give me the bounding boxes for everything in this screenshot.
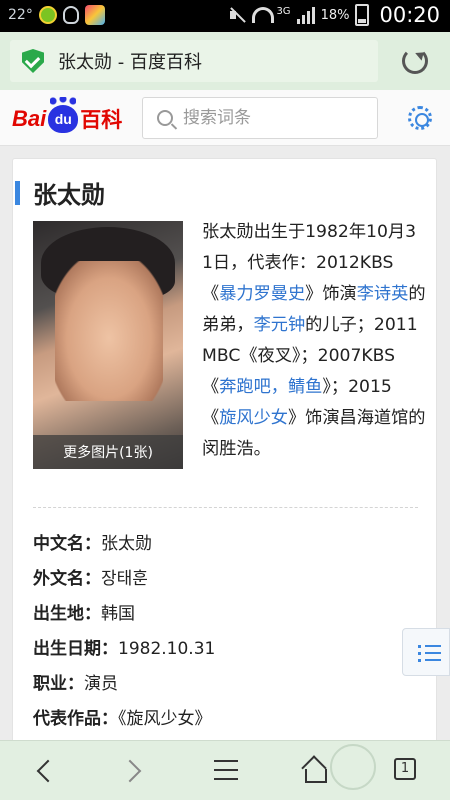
info-value: 장태훈 xyxy=(101,569,148,589)
info-separator: ： xyxy=(101,709,118,729)
notification-icons: 22° xyxy=(8,5,105,25)
entry-summary: 张太勋出生于1982年10月31日，代表作：2012KBS《暴力罗曼史》饰演李诗… xyxy=(202,217,426,465)
search-box[interactable] xyxy=(142,97,378,139)
info-key: 外文名 xyxy=(33,569,84,589)
entry-card: 张太勋 更多图片(1张) 张太勋出生于1982年10月31日，代表作：2012K… xyxy=(12,158,437,758)
forward-button[interactable] xyxy=(100,741,170,800)
info-separator: ： xyxy=(67,674,84,694)
info-key: 出生地 xyxy=(33,604,84,624)
menu-icon xyxy=(214,760,238,762)
browser-address-bar: 张太勋 - 百度百科 xyxy=(0,32,450,90)
info-row: 中文名：张太勋 xyxy=(33,527,423,562)
back-button[interactable] xyxy=(10,741,80,800)
temperature-text: 22° xyxy=(8,7,33,23)
intro-link[interactable]: 旋风少女 xyxy=(219,408,288,428)
entry-title: 张太勋 xyxy=(33,181,105,209)
refresh-icon[interactable] xyxy=(402,48,428,74)
info-value: 《旋风少女》 xyxy=(118,709,212,729)
clock: 00:20 xyxy=(379,3,440,27)
network-type: 3G xyxy=(276,5,291,17)
info-row: 外文名：장태훈 xyxy=(33,562,423,597)
info-value: 1982.10.31 xyxy=(118,639,216,659)
info-row: 出生地：韩国 xyxy=(33,597,423,632)
logo-bai: Bai xyxy=(12,106,47,131)
logo-du: du xyxy=(48,97,79,133)
info-value: 演员 xyxy=(84,674,118,694)
game-notification-icon xyxy=(84,5,105,25)
qq-icon xyxy=(62,6,79,24)
system-icons: 3G 18% 00:20 xyxy=(228,3,440,27)
search-icon[interactable] xyxy=(157,110,173,126)
battery-percent: 18% xyxy=(320,7,350,23)
tabs-button[interactable]: 1 xyxy=(370,741,440,800)
baike-header: Bai du 百科 xyxy=(0,90,450,146)
address-field[interactable]: 张太勋 - 百度百科 xyxy=(10,40,378,82)
title-accent-bar xyxy=(15,181,20,205)
browser-toolbar: 1 xyxy=(0,740,450,800)
tab-count: 1 xyxy=(394,758,416,780)
page-title: 张太勋 - 百度百科 xyxy=(58,52,202,73)
table-of-contents-button[interactable] xyxy=(402,628,450,676)
footprint-watermark-icon xyxy=(330,744,376,790)
portrait-photo[interactable]: 更多图片(1张) xyxy=(33,221,183,469)
photo-face xyxy=(55,261,163,401)
intro-link[interactable]: 李元钟 xyxy=(254,315,306,335)
info-value: 张太勋 xyxy=(101,534,152,554)
more-photos-caption[interactable]: 更多图片(1张) xyxy=(33,435,183,469)
menu-button[interactable] xyxy=(190,741,260,800)
info-key: 中文名 xyxy=(33,534,84,554)
info-row: 职业：演员 xyxy=(33,667,423,702)
info-key: 代表作品 xyxy=(33,709,101,729)
gear-icon[interactable] xyxy=(408,106,432,130)
info-value: 韩国 xyxy=(101,604,135,624)
signal-icon xyxy=(296,6,315,24)
intro-link[interactable]: 暴力罗曼史 xyxy=(219,284,305,304)
home-icon xyxy=(302,759,327,783)
logo-baike: 百科 xyxy=(80,109,123,132)
intro-link[interactable]: 奔跑吧，鲭鱼 xyxy=(219,377,322,397)
info-separator: ： xyxy=(101,639,118,659)
info-separator: ： xyxy=(84,569,101,589)
app-notification-icon xyxy=(38,6,57,24)
info-row: 代表作品：《旋风少女》 xyxy=(33,702,423,737)
status-bar: 22° 3G 18% 00:20 xyxy=(0,0,450,32)
intro-text: 》饰演 xyxy=(305,284,357,304)
chevron-left-icon xyxy=(36,759,60,783)
info-separator: ： xyxy=(84,534,101,554)
info-key: 出生日期 xyxy=(33,639,101,659)
baidu-baike-logo[interactable]: Bai du 百科 xyxy=(12,97,123,136)
battery-icon xyxy=(355,4,370,26)
wifi-icon xyxy=(252,7,275,23)
mute-icon xyxy=(228,6,246,24)
basic-info: 中文名：张太勋 外文名：장태훈 出生地：韩国 出生日期：1982.10.31 职业：演员… xyxy=(33,527,423,737)
secure-shield-icon xyxy=(22,49,44,73)
search-input[interactable] xyxy=(183,108,363,128)
info-row: 出生日期：1982.10.31 xyxy=(33,632,423,667)
info-key: 职业 xyxy=(33,674,67,694)
chevron-right-icon xyxy=(118,759,142,783)
info-separator: ： xyxy=(84,604,101,624)
section-divider xyxy=(33,507,418,508)
intro-link[interactable]: 李诗英 xyxy=(357,284,409,304)
